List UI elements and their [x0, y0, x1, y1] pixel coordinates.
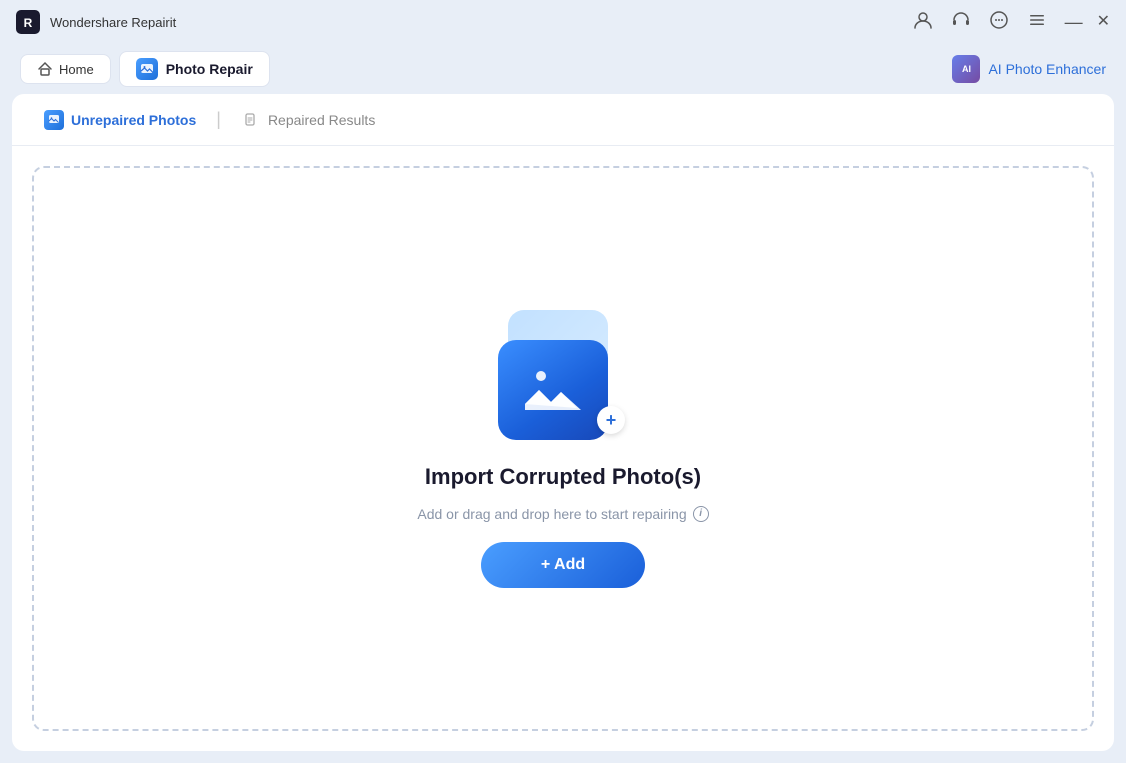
drop-zone-container: + Import Corrupted Photo(s) Add or drag … [12, 146, 1114, 751]
unrepaired-tab-label: Unrepaired Photos [71, 112, 196, 128]
title-bar-left: R Wondershare Repairit [16, 10, 176, 34]
ai-enhancer-label: AI Photo Enhancer [988, 61, 1106, 77]
home-tab-label: Home [59, 62, 94, 77]
chat-icon[interactable] [989, 10, 1009, 35]
tab-unrepaired[interactable]: Unrepaired Photos [32, 102, 208, 138]
title-bar-right: — ✕ [913, 10, 1110, 35]
profile-icon[interactable] [913, 10, 933, 35]
svg-text:R: R [24, 16, 33, 30]
add-button[interactable]: + Add [481, 542, 645, 588]
import-icon-wrapper: + [493, 310, 633, 440]
photo-repair-label: Photo Repair [166, 61, 253, 77]
photo-repair-tab[interactable]: Photo Repair [119, 51, 270, 87]
tabs-bar: Unrepaired Photos | Repaired Results [12, 94, 1114, 146]
photo-repair-icon [136, 58, 158, 80]
app-title: Wondershare Repairit [50, 15, 176, 30]
repaired-tab-label: Repaired Results [268, 112, 375, 128]
nav-left: Home Photo Repair [20, 51, 270, 87]
close-button[interactable]: ✕ [1097, 14, 1110, 30]
import-subtitle-text: Add or drag and drop here to start repai… [417, 506, 686, 522]
window-controls: — ✕ [1065, 13, 1110, 31]
info-icon[interactable]: i [693, 506, 709, 522]
ai-badge-icon: AI [952, 55, 980, 83]
tab-repaired[interactable]: Repaired Results [229, 102, 387, 138]
ai-enhancer-button[interactable]: AI AI Photo Enhancer [952, 55, 1106, 83]
app-logo-icon: R [16, 10, 40, 34]
menu-icon[interactable] [1027, 10, 1047, 35]
home-icon [37, 61, 53, 77]
repaired-tab-icon [241, 110, 261, 130]
main-content: Unrepaired Photos | Repaired Results [12, 94, 1114, 751]
import-title: Import Corrupted Photo(s) [425, 464, 701, 490]
title-bar: R Wondershare Repairit [0, 0, 1126, 44]
nav-bar: Home Photo Repair AI AI Photo Enhancer [0, 44, 1126, 94]
app-window: R Wondershare Repairit [0, 0, 1126, 763]
minimize-button[interactable]: — [1065, 13, 1083, 31]
photo-icon-front [498, 340, 608, 440]
tab-divider: | [216, 109, 221, 130]
home-tab[interactable]: Home [20, 54, 111, 84]
drop-zone[interactable]: + Import Corrupted Photo(s) Add or drag … [32, 166, 1094, 731]
headset-icon[interactable] [951, 10, 971, 35]
import-subtitle: Add or drag and drop here to start repai… [417, 506, 708, 522]
unrepaired-tab-icon [44, 110, 64, 130]
plus-badge-icon: + [597, 406, 625, 434]
